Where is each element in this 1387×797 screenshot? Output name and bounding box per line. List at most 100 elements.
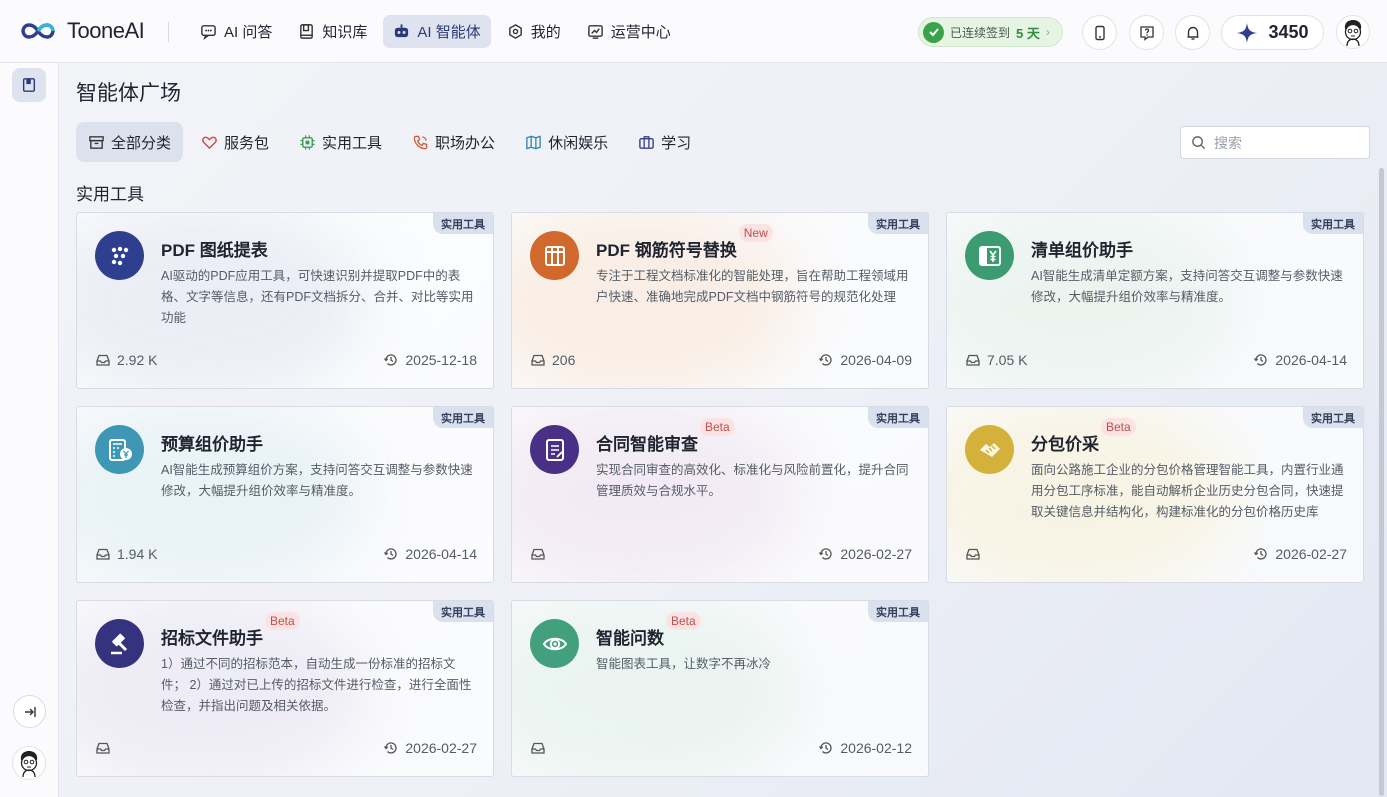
history-icon bbox=[819, 548, 832, 560]
card-date: 2026-04-09 bbox=[818, 352, 912, 368]
card-title-row: 智能问数 Beta bbox=[596, 612, 701, 649]
card-title-row: 清单组价助手 bbox=[1031, 236, 1133, 261]
agent-card-grid: 实用工具 PDF 图纸提表 AI驱动的PDF应用工具，可快速识别并提取PDF中的表格… bbox=[76, 212, 1364, 777]
category-label: 全部分类 bbox=[111, 134, 172, 152]
category-study[interactable]: 学习 bbox=[626, 122, 703, 162]
help-icon bbox=[1139, 25, 1154, 41]
agent-icon bbox=[965, 231, 1014, 280]
usage-count: 206 bbox=[552, 352, 576, 368]
archive-icon bbox=[89, 135, 104, 149]
update-date: 2026-02-27 bbox=[405, 740, 477, 756]
nav-item-ai-qa[interactable]: AI 问答 bbox=[190, 15, 282, 48]
card-badge: Beta bbox=[1101, 418, 1136, 436]
card-description: 智能图表工具，让数字不再冰冷 bbox=[596, 657, 772, 671]
hexagon-icon bbox=[508, 24, 522, 39]
inbox-icon bbox=[96, 548, 110, 560]
expand-sidebar-button[interactable] bbox=[13, 695, 46, 728]
card-category-tag: 实用工具 bbox=[868, 213, 928, 234]
section-title: 实用工具 bbox=[76, 185, 144, 204]
category-tools[interactable]: 实用工具 bbox=[287, 122, 394, 162]
agent-icon bbox=[530, 619, 579, 668]
card-badge: New bbox=[738, 224, 773, 242]
update-date: 2026-04-14 bbox=[405, 546, 477, 562]
usage-count: 7.05 K bbox=[987, 352, 1028, 368]
card-badge: Beta bbox=[265, 612, 300, 630]
checkin-days: 5 天 bbox=[1016, 25, 1040, 41]
agent-card[interactable]: 实用工具 PDF 图纸提表 AI驱动的PDF应用工具，可快速识别并提取PDF中的表格… bbox=[76, 212, 494, 389]
card-badge: Beta bbox=[700, 418, 735, 436]
map-icon bbox=[526, 134, 541, 150]
card-title: PDF 图纸提表 bbox=[161, 241, 268, 260]
checkin-label: 已连续签到 bbox=[950, 25, 1011, 40]
card-title: 招标文件助手 bbox=[161, 629, 263, 648]
search-icon bbox=[1192, 136, 1206, 150]
help-button[interactable] bbox=[1129, 15, 1164, 50]
nav-label: 运营中心 bbox=[610, 24, 671, 41]
notification-button[interactable] bbox=[1175, 15, 1210, 50]
agent-card[interactable]: 实用工具 清单组价助手 AI智能生成清单定额方案，支持问答交互调整与参数快速修改，大… bbox=[946, 212, 1364, 389]
agent-card[interactable]: 实用工具 PDF 钢筋符号替换 New 专注于工程文档标准化的智能处理，旨在帮助工程领… bbox=[511, 212, 929, 389]
avatar-face-icon bbox=[20, 751, 38, 778]
check-circle-icon bbox=[923, 21, 944, 43]
inbox-icon bbox=[966, 548, 980, 560]
category-all[interactable]: 全部分类 bbox=[76, 122, 184, 162]
nav-item-operations[interactable]: 运营中心 bbox=[577, 15, 681, 48]
checkin-badge[interactable]: 已连续签到 5 天 › bbox=[918, 17, 1063, 47]
nav-item-mine[interactable]: 我的 bbox=[497, 15, 571, 48]
update-date: 2026-04-14 bbox=[1275, 352, 1347, 368]
scrollbar[interactable] bbox=[1379, 168, 1384, 796]
dots-icon bbox=[111, 246, 128, 265]
card-usage bbox=[95, 740, 117, 756]
inbox-icon bbox=[96, 742, 110, 754]
main-content: 智能体广场 全部分类 服务包 实用工具 职场办公 休闲娱乐 学习 实用 bbox=[59, 63, 1377, 797]
nav-item-ai-agent[interactable]: AI 智能体 bbox=[383, 15, 491, 48]
card-title: 分包价采 bbox=[1031, 435, 1099, 454]
history-icon bbox=[819, 742, 832, 754]
phone-icon bbox=[413, 135, 428, 149]
card-date: 2026-02-27 bbox=[1253, 546, 1347, 562]
agent-card[interactable]: 实用工具 预算组价助手 AI智能生成预算组价方案，支持问答交互调整与参数快速修改，大… bbox=[76, 406, 494, 583]
points-badge[interactable]: 3450 bbox=[1221, 15, 1324, 50]
update-date: 2026-02-27 bbox=[1275, 546, 1347, 562]
user-avatar[interactable] bbox=[1336, 15, 1370, 49]
card-date: 2026-02-27 bbox=[383, 740, 477, 756]
inbox-icon bbox=[966, 354, 980, 366]
card-title-row: 合同智能审查 Beta bbox=[596, 418, 735, 455]
category-leisure[interactable]: 休闲娱乐 bbox=[513, 122, 620, 162]
history-icon bbox=[384, 354, 397, 366]
category-office[interactable]: 职场办公 bbox=[400, 122, 507, 162]
divider bbox=[168, 22, 169, 42]
mobile-button[interactable] bbox=[1082, 15, 1117, 50]
card-category-tag: 实用工具 bbox=[868, 407, 928, 428]
card-usage: 206 bbox=[530, 352, 575, 368]
chart-icon bbox=[587, 25, 603, 39]
card-category-tag: 实用工具 bbox=[868, 601, 928, 622]
page-title: 智能体广场 bbox=[76, 82, 181, 105]
arrow-right-bar-icon bbox=[24, 706, 36, 717]
columns-icon bbox=[544, 245, 565, 266]
card-title-row: PDF 图纸提表 bbox=[161, 236, 268, 261]
agent-card[interactable]: 实用工具 招标文件助手 Beta 1）通过不同的招标范本，自动生成一份标准的招标文件；… bbox=[76, 600, 494, 777]
sidebar-knowledge-button[interactable] bbox=[12, 68, 46, 102]
agent-card[interactable]: 实用工具 智能问数 Beta 智能图表工具，让数字不再冰冷 2026-02-12 bbox=[511, 600, 929, 777]
nav-item-knowledge[interactable]: 知识库 bbox=[288, 15, 377, 48]
yen-doc-icon bbox=[978, 245, 1001, 266]
agent-card[interactable]: 实用工具 分包价采 Beta 面向公路施工企业的分包价格管理智能工具，内置行业通用分包… bbox=[946, 406, 1364, 583]
history-icon bbox=[819, 354, 832, 366]
sidebar-avatar[interactable] bbox=[12, 746, 46, 780]
card-category-tag: 实用工具 bbox=[433, 213, 493, 234]
inbox-icon bbox=[531, 548, 545, 560]
agent-icon bbox=[530, 231, 579, 280]
search-input[interactable] bbox=[1214, 134, 1354, 151]
card-date: 2025-12-18 bbox=[383, 352, 477, 368]
update-date: 2026-02-27 bbox=[840, 546, 912, 562]
logo[interactable]: TooneAI bbox=[16, 18, 145, 44]
card-title: 智能问数 bbox=[596, 629, 664, 648]
card-title: 清单组价助手 bbox=[1031, 241, 1133, 260]
category-tabs: 全部分类 服务包 实用工具 职场办公 休闲娱乐 学习 bbox=[76, 122, 703, 162]
card-category-tag: 实用工具 bbox=[433, 407, 493, 428]
category-service-pack[interactable]: 服务包 bbox=[189, 122, 281, 162]
nav-label: AI 问答 bbox=[224, 24, 273, 41]
agent-card[interactable]: 实用工具 合同智能审查 Beta 实现合同审查的高效化、标准化与风险前置化，提升合同管… bbox=[511, 406, 929, 583]
usage-count: 1.94 K bbox=[117, 546, 158, 562]
